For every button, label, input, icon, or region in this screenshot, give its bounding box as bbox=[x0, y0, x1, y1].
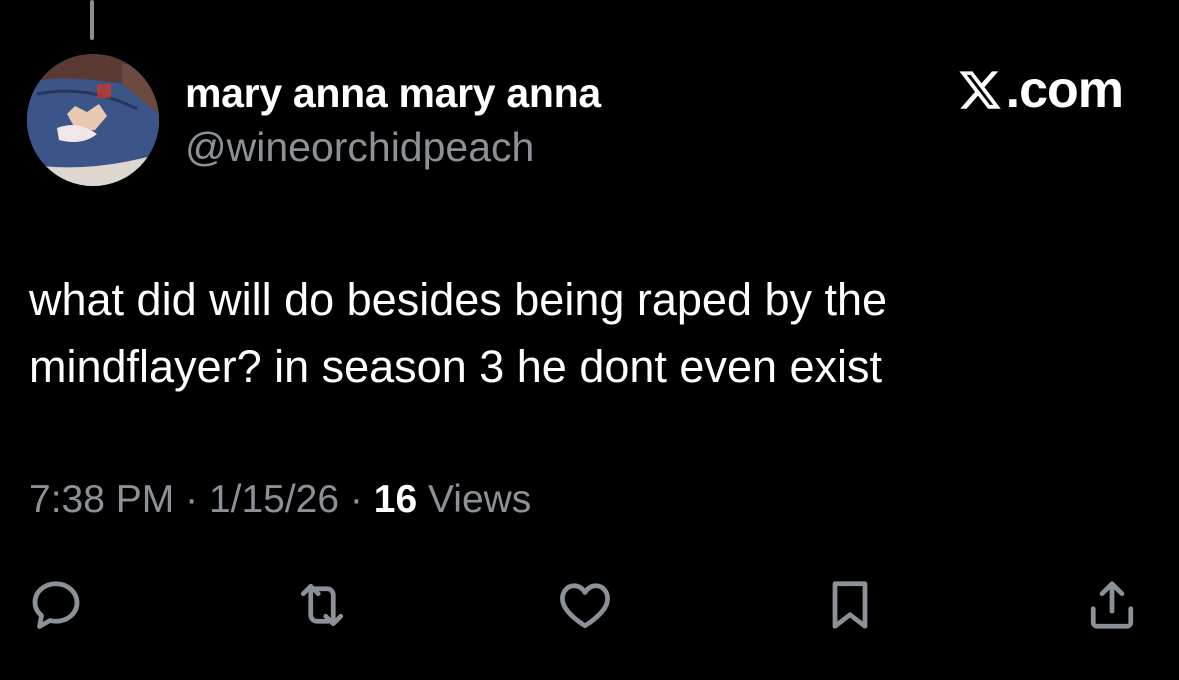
brand-logo: .com bbox=[956, 61, 1124, 119]
brand-domain-text: .com bbox=[1005, 61, 1124, 119]
views-label: Views bbox=[427, 478, 532, 521]
author-display-name[interactable]: mary anna mary anna bbox=[185, 70, 601, 117]
tweet-time[interactable]: 7:38 PM bbox=[29, 478, 174, 521]
meta-separator: · bbox=[349, 478, 363, 521]
meta-separator: · bbox=[185, 478, 199, 521]
tweet-text-line: what did will do besides being raped by … bbox=[29, 274, 888, 325]
like-button[interactable] bbox=[553, 573, 617, 637]
speech-bubble-icon bbox=[32, 581, 80, 629]
bookmark-button[interactable] bbox=[818, 573, 882, 637]
tweet-body: what did will do besides being raped by … bbox=[29, 266, 1129, 400]
views-count: 16 bbox=[373, 478, 418, 521]
avatar[interactable] bbox=[27, 54, 159, 186]
thread-connector-line bbox=[90, 0, 94, 40]
reply-button[interactable] bbox=[24, 573, 88, 637]
repost-button[interactable] bbox=[290, 573, 354, 637]
share-button[interactable] bbox=[1080, 573, 1144, 637]
heart-icon bbox=[560, 583, 610, 629]
avatar-image bbox=[27, 54, 159, 186]
share-icon bbox=[1090, 581, 1134, 629]
tweet-date[interactable]: 1/15/26 bbox=[209, 478, 339, 521]
repost-icon bbox=[300, 583, 344, 627]
tweet-text-line: mindflayer? in season 3 he dont even exi… bbox=[29, 341, 883, 392]
x-logo-icon bbox=[959, 71, 1001, 109]
bookmark-icon bbox=[832, 581, 868, 629]
tweet-metadata: 7:38 PM · 1/15/26 · 16 Views bbox=[29, 478, 531, 522]
author-handle[interactable]: @wineorchidpeach bbox=[185, 124, 534, 171]
